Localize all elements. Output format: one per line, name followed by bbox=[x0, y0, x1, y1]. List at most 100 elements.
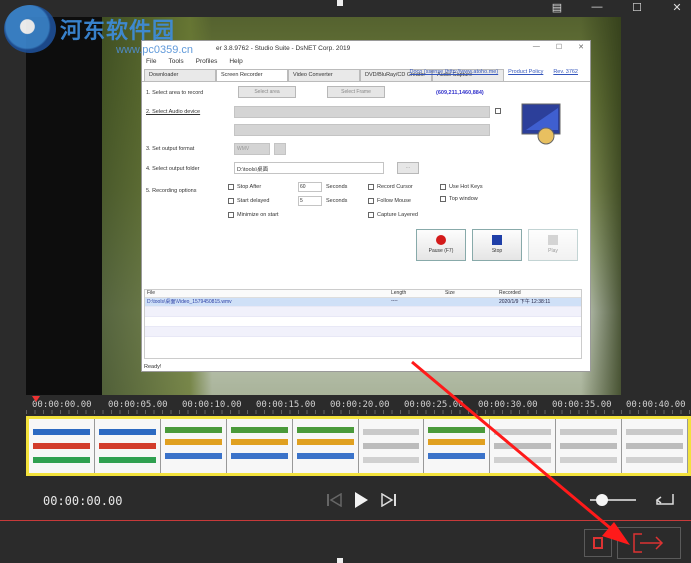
play-button[interactable] bbox=[349, 488, 373, 512]
window-controls: ▤ — ☐ ✕ bbox=[551, 0, 683, 14]
stop-square-icon bbox=[492, 235, 502, 245]
fit-timeline-button[interactable] bbox=[655, 490, 675, 510]
app-tab-screen-recorder: Screen Recorder bbox=[216, 69, 288, 81]
col-recorded: Recorded bbox=[499, 290, 521, 296]
current-timecode: 00:00:00.00 bbox=[43, 494, 123, 508]
col-length: Length bbox=[391, 290, 407, 296]
minimize-icon[interactable]: — bbox=[591, 1, 603, 13]
tick-label: 00:00:35.00 bbox=[552, 400, 612, 410]
step-select-area: 1. Select area to record bbox=[146, 90, 204, 96]
pause-button: Pause (F7) bbox=[416, 229, 466, 261]
app-links: Doco (ssense (http://www.atoho.me) Produ… bbox=[410, 69, 578, 75]
record-dot-icon bbox=[436, 235, 446, 245]
start-delayed-unit: Seconds bbox=[326, 198, 348, 204]
hot-keys-checkbox: Use Hot Keys bbox=[440, 184, 483, 190]
col-size: Size bbox=[445, 290, 455, 296]
tick-label: 00:00:05.00 bbox=[108, 400, 168, 410]
menu-icon[interactable]: ▤ bbox=[551, 1, 563, 14]
area-coords: (609,211,1460,884) bbox=[436, 90, 484, 96]
audio-checkbox bbox=[495, 108, 501, 114]
app-link-rev: Rev. 3762 bbox=[553, 69, 578, 75]
select-area-button: Select area bbox=[238, 86, 296, 98]
step-output-format: 3. Set output format bbox=[146, 146, 195, 152]
file-name: D:\tools\桌面\Video_1579450815.wmv bbox=[147, 299, 232, 305]
tick-label: 00:00:20.00 bbox=[330, 400, 390, 410]
playhead-marker[interactable] bbox=[32, 396, 40, 402]
skip-back-button[interactable] bbox=[322, 488, 346, 512]
start-delayed-checkbox: Start delayed bbox=[228, 198, 269, 204]
top-handle[interactable] bbox=[337, 0, 343, 6]
app-menu-profiles: Profiles bbox=[195, 57, 218, 65]
clip-thumbnail bbox=[160, 419, 227, 473]
video-track-clip[interactable] bbox=[26, 416, 691, 476]
zoom-slider-knob[interactable] bbox=[596, 494, 608, 506]
clip-thumbnail bbox=[490, 419, 557, 473]
tick-label: 00:00:10.00 bbox=[182, 400, 242, 410]
zoom-slider[interactable] bbox=[590, 494, 636, 506]
app-maximize-icon: ☐ bbox=[555, 44, 563, 51]
start-delayed-value: 5 bbox=[298, 196, 322, 206]
timeline-ruler[interactable]: 00:00:00.00 00:00:05.00 00:00:10.00 00:0… bbox=[26, 398, 691, 414]
app-link-policy: Product Policy bbox=[508, 69, 544, 75]
play-record-button: Play bbox=[528, 229, 578, 261]
select-frame-button: Select Frame bbox=[327, 86, 385, 98]
stop-button[interactable] bbox=[584, 529, 612, 557]
app-titlebar: er 3.8.9762 - Studio Suite - DsNET Corp.… bbox=[142, 41, 590, 55]
maximize-icon[interactable]: ☐ bbox=[631, 1, 643, 14]
skip-forward-button[interactable] bbox=[377, 488, 401, 512]
stop-icon bbox=[593, 537, 603, 549]
clip-thumbnail bbox=[29, 419, 95, 473]
recorder-logo-icon bbox=[521, 103, 561, 145]
skip-back-icon bbox=[327, 493, 342, 507]
app-tab-downloader: Downloader bbox=[144, 69, 216, 81]
browse-button: ... bbox=[397, 162, 419, 174]
audio-device-select bbox=[234, 106, 490, 118]
clip-thumbnail bbox=[226, 419, 293, 473]
app-menu-help: Help bbox=[229, 57, 243, 65]
tick-label: 00:00:25.00 bbox=[404, 400, 464, 410]
file-row: D:\tools\桌面\Video_1579450815.wmv ---- 20… bbox=[145, 298, 581, 306]
watermark-url: www.pc0359.cn bbox=[116, 44, 194, 56]
step-audio-device: 2. Select Audio device bbox=[146, 109, 201, 115]
clip-thumbnail bbox=[94, 419, 161, 473]
export-button[interactable] bbox=[617, 527, 681, 559]
bottom-handle[interactable] bbox=[337, 558, 343, 563]
player-controls: 00:00:00.00 bbox=[0, 482, 691, 520]
clip-thumbnail bbox=[424, 419, 491, 473]
file-list-header: File Length Size Recorded bbox=[145, 290, 581, 298]
file-list: File Length Size Recorded D:\tools\桌面\Vi… bbox=[144, 289, 582, 359]
follow-mouse-checkbox: Follow Mouse bbox=[368, 198, 411, 204]
app-status: Ready! bbox=[144, 364, 162, 370]
clip-thumbnail bbox=[292, 419, 359, 473]
step-output-folder: 4. Select output folder bbox=[146, 166, 200, 172]
app-title: er 3.8.9762 - Studio Suite - DsNET Corp.… bbox=[216, 44, 351, 52]
clip-thumbnail bbox=[556, 419, 623, 473]
step-recording-options: 5. Recording options bbox=[146, 188, 197, 194]
tick-label: 00:00:15.00 bbox=[256, 400, 316, 410]
app-link-license: Doco (ssense (http://www.atoho.me) bbox=[409, 69, 499, 75]
watermark-logo-icon bbox=[4, 5, 56, 53]
video-preview: er 3.8.9762 - Studio Suite - DsNET Corp.… bbox=[4, 5, 621, 395]
record-cursor-checkbox: Record Cursor bbox=[368, 184, 413, 190]
app-menubar: File Tools Profiles Help Doco (ssense (h… bbox=[142, 55, 590, 76]
clip-thumbnail bbox=[622, 419, 688, 473]
col-file: File bbox=[147, 290, 156, 296]
tick-label: 00:00:30.00 bbox=[478, 400, 538, 410]
top-window-checkbox: Top window bbox=[440, 196, 478, 202]
file-length: ---- bbox=[391, 298, 398, 304]
recorded-app-window: er 3.8.9762 - Studio Suite - DsNET Corp.… bbox=[141, 40, 591, 372]
app-menu-file: File bbox=[146, 57, 157, 65]
app-window-buttons: — ☐ ✕ bbox=[533, 43, 584, 51]
play-record-icon bbox=[548, 235, 558, 245]
minimize-checkbox: Minimize on start bbox=[228, 212, 279, 218]
format-select: WMV bbox=[234, 143, 270, 155]
play-icon bbox=[355, 492, 368, 508]
recorder-panel: 1. Select area to record Select area Sel… bbox=[142, 81, 590, 301]
tick-label: 00:00:40.00 bbox=[626, 400, 686, 410]
close-icon[interactable]: ✕ bbox=[671, 1, 683, 14]
bottom-bar bbox=[0, 521, 691, 563]
video-editor-window: ▤ — ☐ ✕ er 3.8.9762 - Studio Suite - DsN… bbox=[0, 0, 691, 563]
stop-after-unit: Seconds bbox=[326, 184, 348, 190]
tick-label: 00:00:00.00 bbox=[32, 400, 92, 410]
app-minimize-icon: — bbox=[532, 43, 540, 50]
